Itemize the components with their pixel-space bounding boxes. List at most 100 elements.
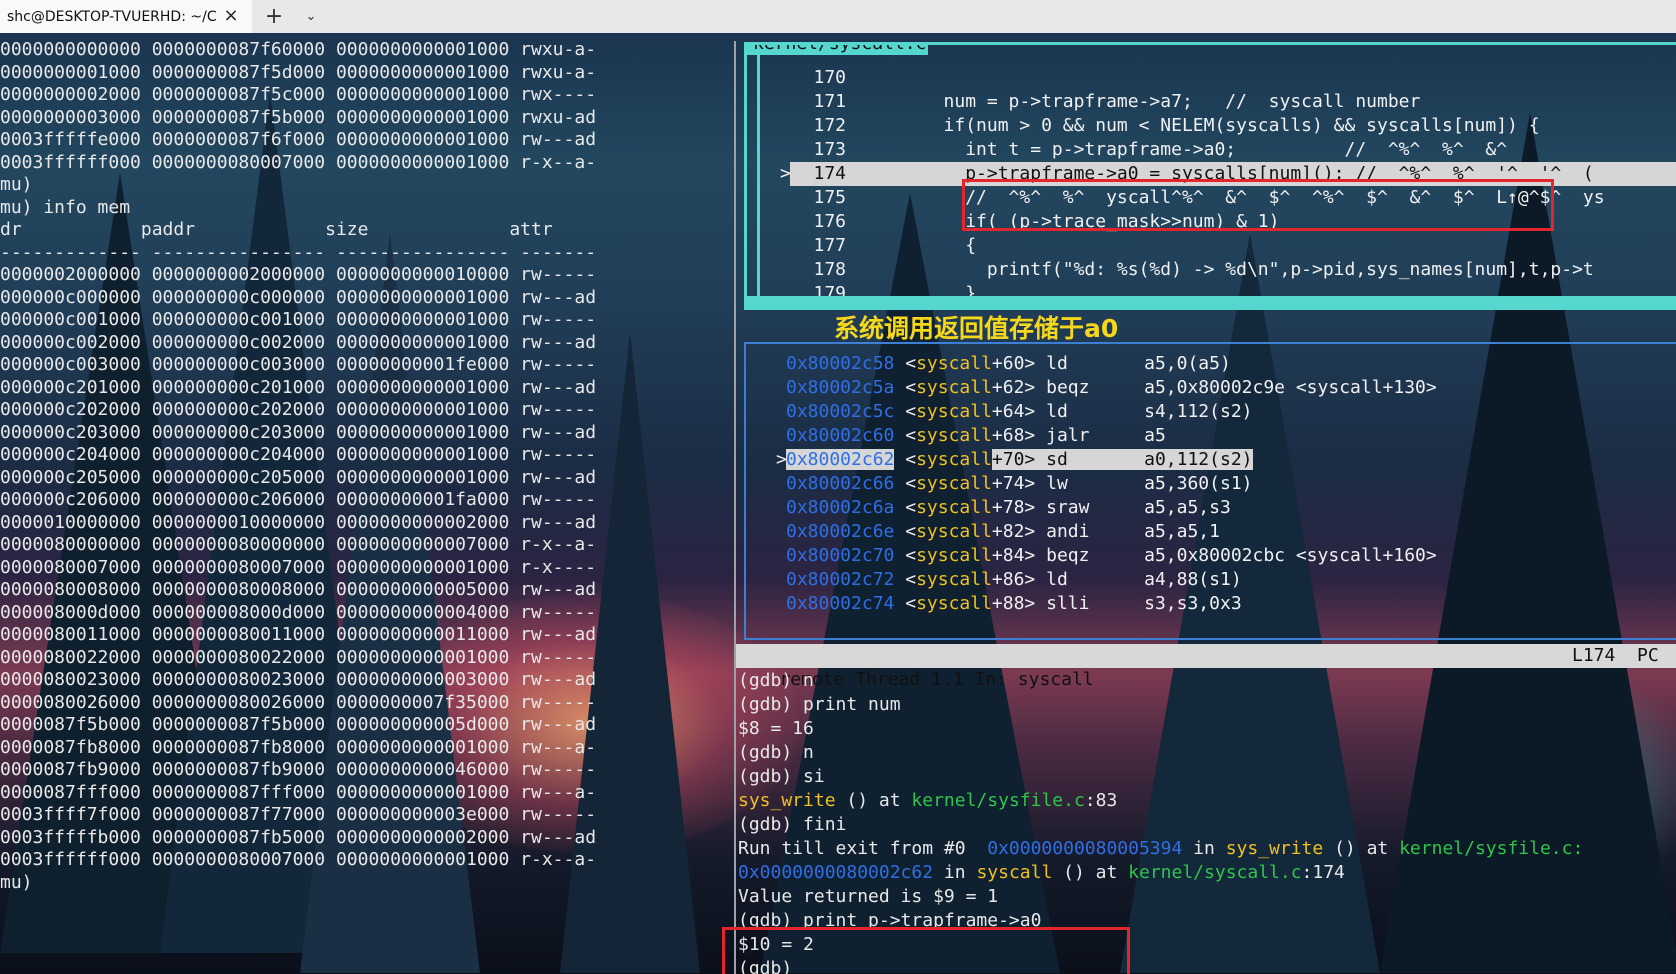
gdb-line: (gdb) fini [738, 813, 1676, 837]
instruction: +84> beqz a5,0x80002cbc <syscall+160> [992, 545, 1437, 566]
new-tab-icon[interactable]: + [252, 0, 296, 33]
offset: +62> [991, 377, 1036, 398]
instruction-address: 0x80002c62 [786, 449, 895, 470]
operands: a4,88(s1) [1144, 569, 1242, 590]
instruction: +74> lw a5,360(s1) [992, 473, 1253, 494]
opcode: ld [1046, 353, 1068, 374]
instruction-address: 0x80002c60 [786, 425, 895, 446]
gdb-text: $8 = 16 [738, 718, 814, 739]
file-name: kernel/sysfile.c: [1399, 838, 1584, 859]
assembly-line: >0x80002c62 <syscall+70> sd a0,112(s2) [776, 449, 1253, 470]
source-line: 178 printf("%d: %s(%d) -> %d\n",p->pid,s… [790, 258, 1676, 282]
function-name: sys_write [1225, 838, 1324, 859]
text: () at [1052, 862, 1129, 883]
operands: s4,112(s2) [1144, 401, 1253, 422]
gdb-text: (gdb) n [738, 742, 814, 763]
memory-map-line: 0000087fb8000 0000000087fb8000 000000000… [0, 736, 597, 758]
memory-map-line: 0003ffffff000 0000000080007000 000000000… [0, 151, 597, 173]
instruction-address: 0x80002c70 [786, 545, 895, 566]
function-name: syscall [916, 425, 992, 446]
instruction-address: 0x80002c74 [786, 593, 895, 614]
function-name: syscall [916, 545, 992, 566]
gdb-line: (gdb) si [738, 765, 1676, 789]
gdb-line: sys_write () at kernel/sysfile.c:83 [738, 789, 1676, 813]
opcode: ld [1046, 401, 1068, 422]
source-line: 179 } [790, 282, 1676, 296]
instruction-address: 0x80002c72 [786, 569, 895, 590]
gdb-line: 0x0000000080002c62 in syscall () at kern… [738, 861, 1676, 885]
memory-map-line: 0000087fb9000 0000000087fb9000 000000000… [0, 759, 597, 780]
assembly-line: 0x80002c58 <syscall+60> ld a5,0(a5) [786, 353, 1231, 374]
memory-map-line: mu) info mem [0, 196, 131, 218]
text: Run till exit from #0 [738, 838, 988, 859]
function-name: syscall [916, 401, 992, 422]
instruction-address: 0x80002c5a [786, 377, 895, 398]
memory-map-line: 000008000d000 000000008000d000 000000000… [0, 601, 597, 623]
memory-map-line: 000000c001000 000000000c001000 000000000… [0, 309, 597, 330]
memory-map-line: 0000000002000 0000000087f5c000 000000000… [0, 84, 597, 105]
gdb-line: Run till exit from #0 0x0000000080005394… [738, 837, 1676, 861]
gdb-line: (gdb) n [738, 741, 1676, 765]
pane-divider[interactable] [734, 41, 736, 974]
offset: +70> [991, 449, 1036, 470]
annotation-text: 系统调用返回值存储于a0 [834, 314, 1119, 343]
instruction: +60> ld a5,0(a5) [992, 353, 1231, 374]
function-name: syscall [976, 862, 1053, 883]
text: () at [1323, 838, 1400, 859]
gdb-line: $8 = 16 [738, 717, 1676, 741]
gdb-text: (gdb) fini [738, 814, 847, 835]
line-code: int t = p->trapframe->a0; // ^%^ %^ &^ [846, 139, 1508, 160]
assembly-line: 0x80002c74 <syscall+88> slli s3,s3,0x3 [786, 593, 1242, 614]
text: in [933, 862, 977, 883]
line-code: { [846, 235, 977, 256]
function-name: syscall [916, 569, 992, 590]
terminal-tab[interactable]: shc@DESKTOP-TVUERHD: ~/C × [0, 0, 252, 33]
source-line: 171 num = p->trapframe->a7; // syscall n… [790, 90, 1676, 114]
close-icon[interactable]: × [220, 5, 242, 27]
memory-map-line: 0000087fff000 0000000087fff000 000000000… [0, 781, 597, 803]
memory-map-line: 0003fffffb000 0000000087fb5000 000000000… [0, 826, 597, 848]
memory-map-line: 0000010000000 0000000010000000 000000000… [0, 511, 597, 533]
source-line: 177 { [790, 234, 1676, 258]
opcode: andi [1046, 521, 1090, 542]
chevron-down-icon[interactable]: ⌄ [296, 0, 326, 33]
memory-map-output: 0000000000000 0000000087f60000 000000000… [0, 39, 700, 894]
operands: a0,112(s2) [1144, 449, 1253, 470]
assembly-line: 0x80002c60 <syscall+68> jalr a5 [786, 425, 1166, 446]
line-number: 178 [813, 259, 846, 280]
assembly-line: 0x80002c5a <syscall+62> beqz a5,0x80002c9… [786, 377, 1437, 398]
function-name: syscall [916, 593, 992, 614]
highlight-box-gdb [722, 927, 1130, 974]
instruction: +62> beqz a5,0x80002c9e <syscall+130> [992, 377, 1437, 398]
line-code: printf("%d: %s(%d) -> %d\n",p->pid,sys_n… [846, 259, 1594, 280]
line-number: 172 [813, 115, 846, 136]
opcode: sraw [1046, 497, 1090, 518]
gdb-line: Value returned is $9 = 1 [738, 885, 1676, 909]
file-name: kernel/sysfile.c [911, 790, 1085, 811]
assembly-line: 0x80002c6a <syscall+78> sraw a5,a5,s3 [786, 497, 1231, 518]
line-number: 174 [813, 163, 846, 184]
function-name: syscall [916, 353, 992, 374]
offset: +60> [991, 353, 1036, 374]
line-code: num = p->trapframe->a7; // syscall numbe… [846, 91, 1421, 112]
instruction: +86> ld a4,88(s1) [992, 569, 1242, 590]
memory-map-line: 000000c206000 000000000c206000 000000000… [0, 489, 597, 510]
terminal-area: 0000000000000 0000000087f60000 000000000… [0, 33, 1676, 974]
highlight-box-source [962, 179, 1554, 231]
assembly-line: 0x80002c5c <syscall+64> ld s4,112(s2) [786, 401, 1253, 422]
operands: a5,0x80002cbc <syscall+160> [1144, 545, 1437, 566]
gdb-text: (gdb) n [738, 670, 814, 691]
memory-map-line: 0000087f5b000 0000000087f5b000 000000000… [0, 714, 597, 735]
offset: +88> [991, 593, 1036, 614]
memory-map-line: 0003ffff7f000 0000000087f77000 000000000… [0, 804, 597, 825]
gdb-text: (gdb) si [738, 766, 825, 787]
opcode: ld [1046, 569, 1068, 590]
instruction: +68> jalr a5 [992, 425, 1166, 446]
source-file-title: kernel/syscall.c [747, 45, 929, 55]
memory-map-line: 0000080000000 0000000080000000 000000000… [0, 534, 597, 555]
opcode: jalr [1046, 425, 1090, 446]
line-number: 170 [813, 67, 846, 88]
source-line: 172 if(num > 0 && num < NELEM(syscalls) … [790, 114, 1676, 138]
memory-map-line: 0000080023000 0000000080023000 000000000… [0, 669, 597, 690]
operands: a5 [1144, 425, 1166, 446]
